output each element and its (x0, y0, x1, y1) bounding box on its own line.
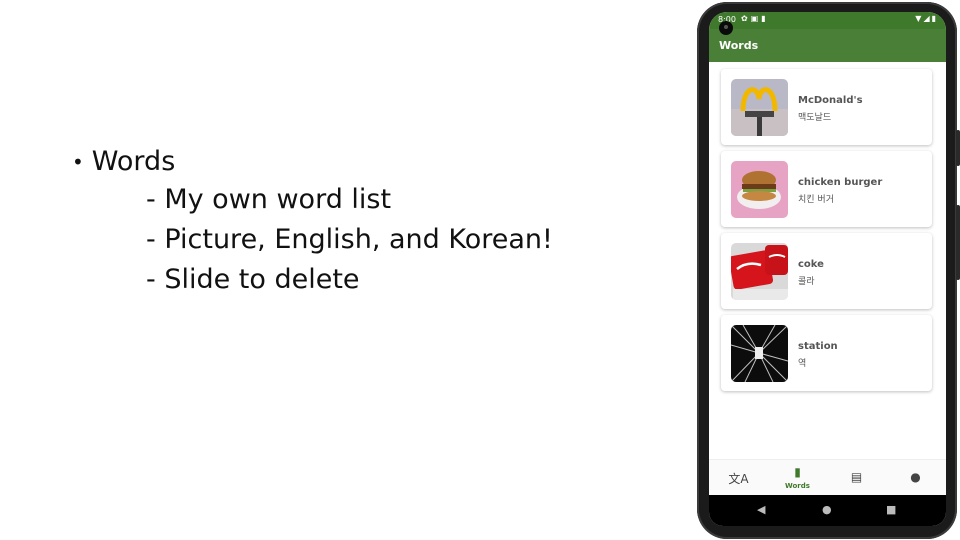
word-card[interactable]: McDonald's 맥도날드 (721, 69, 932, 145)
signal-icon: ◢ (923, 14, 932, 23)
word-korean: 콜라 (798, 277, 815, 287)
word-card[interactable]: station 역 (721, 315, 932, 391)
word-list[interactable]: McDonald's 맥도날드 chicken burger 치킨 버거 cok… (721, 69, 932, 397)
app-bar-title: Words (719, 39, 759, 52)
nav-translate[interactable]: 文A (709, 460, 768, 496)
app-bar: Words (709, 29, 946, 62)
nav-profile[interactable]: ● (886, 460, 945, 496)
power-button (956, 130, 960, 166)
word-korean: 역 (798, 359, 807, 369)
mcdonalds-sign-image (731, 79, 788, 136)
person-icon: ● (910, 470, 921, 484)
word-korean: 맥도날드 (798, 113, 832, 123)
word-english: chicken burger (798, 177, 883, 188)
word-english: coke (798, 259, 824, 270)
translate-icon: 文A (728, 472, 749, 486)
bullet-dot: • (72, 150, 84, 174)
status-bar: 8:00 ✿▣▮ ▼◢▮ (709, 12, 946, 29)
subpoint: - Picture, English, and Korean! (146, 224, 553, 255)
volume-button (956, 205, 960, 280)
nav-words-label: Words (785, 482, 810, 490)
bullet-words: • Words (72, 144, 553, 180)
chicken-burger-image (731, 161, 788, 218)
word-english: McDonald's (798, 95, 863, 106)
status-right-icons: ▼◢▮ (915, 14, 938, 23)
word-english: station (798, 341, 838, 352)
battery-icon: ▮ (931, 14, 938, 23)
back-icon[interactable]: ◀ (757, 503, 765, 516)
sd-card-icon: ▮ (761, 14, 769, 23)
bottom-navigation: 文A ▮ Words ▤ ● (709, 459, 946, 496)
slide-text: • Words - My own word list - Picture, En… (72, 144, 553, 300)
subpoint: - My own word list (146, 184, 392, 215)
home-icon[interactable]: ● (822, 503, 832, 516)
status-left-icons: ✿▣▮ (741, 14, 769, 23)
gear-icon: ✿ (741, 14, 751, 23)
word-card[interactable]: chicken burger 치킨 버거 (721, 151, 932, 227)
bullet-title: Words (91, 146, 176, 177)
word-korean: 치킨 버거 (798, 195, 834, 205)
station-image (731, 325, 788, 382)
coke-cans-image (731, 243, 788, 300)
mail-icon: ▣ (750, 14, 762, 23)
chat-icon: ▤ (850, 470, 863, 484)
recents-icon[interactable]: ■ (886, 503, 896, 516)
book-icon: ▮ (794, 465, 801, 479)
subpoint: - Slide to delete (146, 264, 360, 295)
nav-words[interactable]: ▮ Words (768, 460, 827, 496)
front-camera (719, 21, 733, 35)
phone-screen: 8:00 ✿▣▮ ▼◢▮ Words McDonald's 맥도날드 chick… (709, 12, 946, 526)
system-navigation-bar: ◀ ● ■ (709, 495, 946, 526)
word-card[interactable]: coke 콜라 (721, 233, 932, 309)
nav-chat[interactable]: ▤ (827, 460, 886, 496)
